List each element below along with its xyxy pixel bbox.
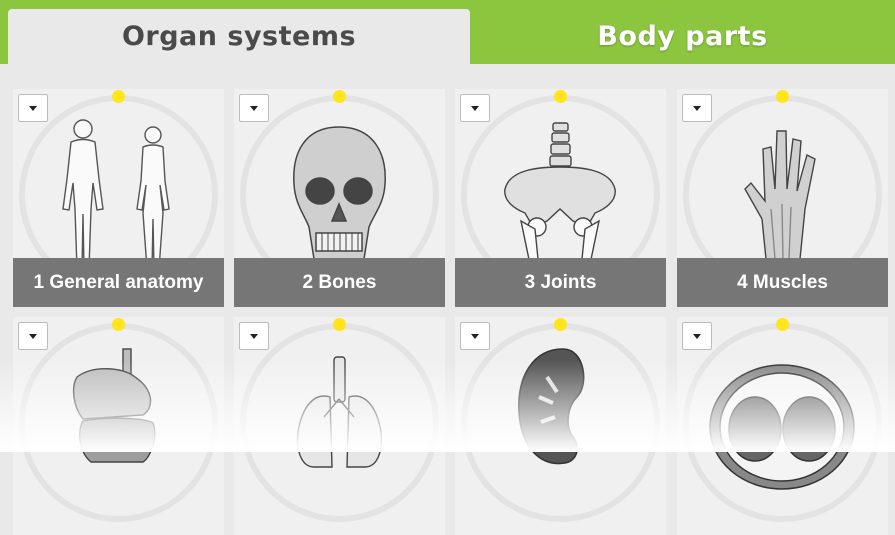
- new-indicator-dot: [776, 318, 789, 331]
- pelvis-icon: [504, 122, 616, 270]
- tab-organ-systems[interactable]: Organ systems: [8, 9, 470, 64]
- card-label: 3 Joints: [455, 258, 666, 307]
- card-spinal-cord[interactable]: [677, 317, 888, 535]
- tab-body-parts[interactable]: Body parts: [470, 9, 895, 64]
- card-muscles[interactable]: 4 Muscles: [677, 89, 888, 307]
- card-digestive-system[interactable]: [13, 317, 224, 535]
- card-lungs[interactable]: [234, 317, 445, 535]
- new-indicator-dot: [776, 90, 789, 103]
- tab-bar: Organ systems Body parts: [0, 0, 895, 64]
- digestive-system-icon: [72, 348, 156, 463]
- kidney-icon: [518, 348, 585, 465]
- caret-down-icon: [471, 105, 479, 111]
- caret-down-icon: [693, 105, 701, 111]
- new-indicator-dot: [333, 90, 346, 103]
- caret-down-icon: [29, 333, 37, 339]
- new-indicator-dot: [554, 90, 567, 103]
- human-figures-icon: [62, 119, 170, 270]
- new-indicator-dot: [112, 318, 125, 331]
- card-kidney[interactable]: [455, 317, 666, 535]
- card-bones[interactable]: 2 Bones: [234, 89, 445, 307]
- card-label: 2 Bones: [234, 258, 445, 307]
- caret-down-icon: [471, 333, 479, 339]
- card-joints[interactable]: 3 Joints: [455, 89, 666, 307]
- spinal-cord-section-icon: [709, 364, 855, 490]
- new-indicator-dot: [112, 90, 125, 103]
- caret-down-icon: [250, 105, 258, 111]
- lungs-icon: [296, 356, 383, 468]
- card-general-anatomy[interactable]: 1 General anatomy: [13, 89, 224, 307]
- new-indicator-dot: [333, 318, 346, 331]
- skull-icon: [293, 126, 386, 260]
- card-label: 4 Muscles: [677, 258, 888, 307]
- caret-down-icon: [250, 333, 258, 339]
- caret-down-icon: [29, 105, 37, 111]
- hand-muscles-icon: [744, 130, 816, 270]
- caret-down-icon: [693, 333, 701, 339]
- new-indicator-dot: [554, 318, 567, 331]
- card-label: 1 General anatomy: [13, 258, 224, 307]
